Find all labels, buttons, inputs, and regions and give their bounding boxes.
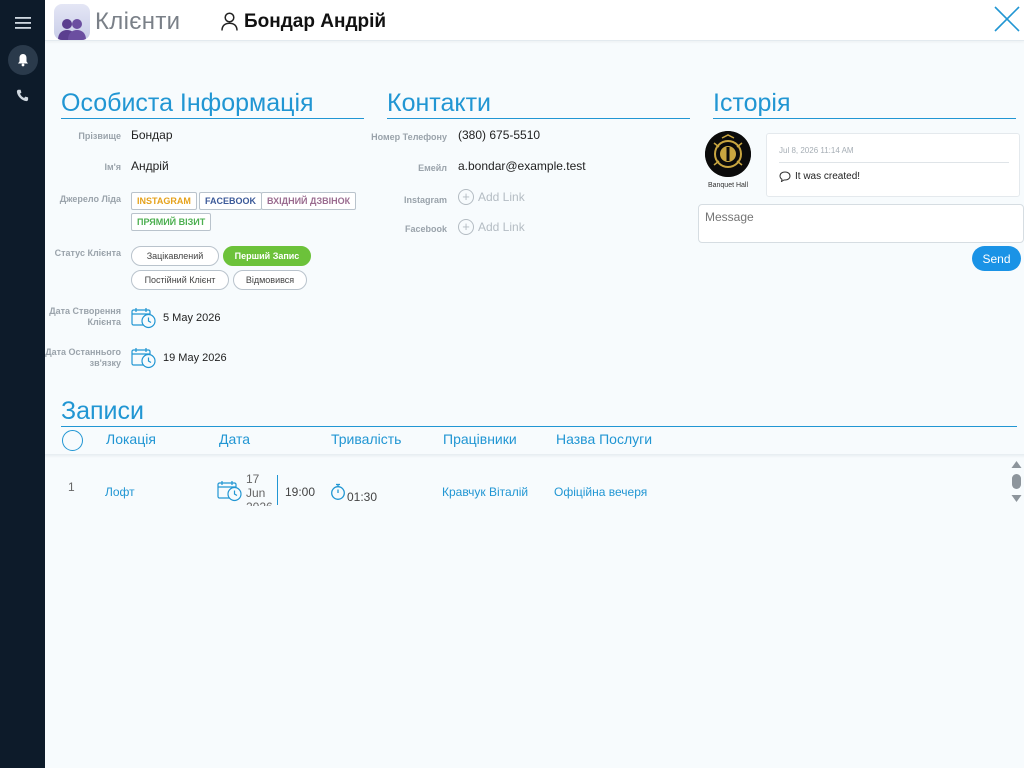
phone-button[interactable]	[0, 78, 45, 112]
scroll-up-arrow[interactable]	[1011, 460, 1022, 469]
last-contact-value: 19 May 2026	[163, 352, 227, 364]
column-date[interactable]: Дата	[219, 431, 250, 447]
client-status-label: Статус Клієнта	[54, 248, 121, 258]
chat-icon	[779, 171, 791, 182]
menu-icon	[14, 17, 31, 29]
instagram-add-link[interactable]: + Add Link	[458, 189, 525, 205]
user-icon	[221, 12, 238, 31]
send-button[interactable]: Send	[972, 246, 1021, 271]
stopwatch-icon	[331, 483, 345, 500]
facebook-label: Facebook	[404, 224, 447, 234]
surname-label: Прізвище	[78, 131, 121, 141]
scrollbar-thumb[interactable]	[1012, 474, 1021, 489]
name-value: Андрій	[131, 159, 169, 173]
records-title: Записи	[61, 396, 1017, 427]
row-location[interactable]: Лофт	[105, 485, 135, 499]
source-tag-incoming-call[interactable]: ВХІДНИЙ ДЗВІНОК	[261, 192, 357, 210]
status-interested[interactable]: Зацікавлений	[131, 246, 219, 266]
clients-app-icon	[54, 4, 90, 40]
source-tag-facebook[interactable]: FACEBOOK	[199, 192, 263, 210]
divider	[779, 162, 1009, 163]
history-entry-text: It was created!	[779, 171, 860, 182]
last-contact-label: Дата Останнього зв'язку	[45, 347, 121, 368]
table-row[interactable]: 1 Лофт 17 Jun 2026 19:00 01:30 Кравчук В…	[45, 458, 1005, 506]
name-label: Ім'я	[104, 162, 121, 172]
created-date-value: 5 May 2026	[163, 312, 221, 324]
instagram-label: Instagram	[403, 195, 447, 205]
source-tag-instagram[interactable]: INSTAGRAM	[131, 192, 197, 210]
email-value: a.bondar@example.test	[458, 159, 586, 173]
row-staff[interactable]: Кравчук Віталій	[442, 485, 528, 499]
client-name: Бондар Андрій	[244, 11, 387, 32]
phone-label: Номер Телефону	[371, 132, 447, 142]
surname-value: Бондар	[131, 128, 173, 142]
venue-logo	[705, 131, 751, 177]
close-icon[interactable]	[992, 4, 1022, 34]
calendar-clock-icon	[217, 481, 242, 502]
header: Клієнти Бондар Андрій	[45, 0, 1024, 41]
people-icon	[58, 19, 86, 40]
scroll-down-arrow[interactable]	[1011, 494, 1022, 503]
calendar-clock-icon[interactable]	[131, 347, 157, 369]
status-first-booking[interactable]: Перший Запис	[223, 246, 311, 266]
row-number: 1	[68, 480, 75, 494]
row-time: 19:00	[285, 485, 316, 499]
lead-source-label: Джерело Ліда	[59, 194, 121, 204]
plus-circle-icon: +	[458, 189, 474, 205]
plus-circle-icon: +	[458, 219, 474, 235]
bell-icon	[17, 54, 28, 67]
history-entry-time: Jul 8, 2026 11:14 AM	[779, 146, 854, 155]
source-tag-direct-visit[interactable]: ПРЯМИЙ ВІЗИТ	[131, 213, 212, 231]
status-regular-client[interactable]: Постійний Клієнт	[131, 270, 229, 290]
created-date-label: Дата Створення Клієнта	[49, 306, 121, 327]
app-title: Клієнти	[95, 8, 181, 35]
menu-button[interactable]	[0, 6, 45, 40]
contacts-title: Контакти	[387, 88, 690, 119]
status-declined[interactable]: Відмовився	[233, 270, 307, 290]
row-date: 17 Jun 2026	[246, 472, 273, 506]
personal-info-title: Особиста Інформація	[61, 88, 364, 119]
left-rail	[0, 0, 45, 768]
column-staff[interactable]: Працівники	[443, 431, 517, 447]
facebook-add-link[interactable]: + Add Link	[458, 219, 525, 235]
column-location[interactable]: Локація	[106, 431, 156, 447]
email-label: Емейл	[418, 163, 447, 173]
notifications-button[interactable]	[0, 43, 45, 77]
calendar-clock-icon[interactable]	[131, 307, 157, 329]
history-title: Історія	[713, 88, 1016, 119]
column-duration[interactable]: Тривалість	[331, 431, 401, 447]
select-all-checkbox[interactable]	[62, 430, 83, 451]
venue-avatar	[705, 131, 751, 177]
row-service[interactable]: Офіційна вечеря	[554, 485, 647, 499]
row-duration: 01:30	[347, 490, 378, 504]
venue-caption: Banquet Hall	[707, 182, 749, 189]
column-service[interactable]: Назва Послуги	[556, 431, 652, 447]
history-entry: Jul 8, 2026 11:14 AM It was created!	[766, 133, 1020, 197]
message-input[interactable]	[698, 204, 1024, 243]
records-table-body: 1 Лофт 17 Jun 2026 19:00 01:30 Кравчук В…	[45, 458, 1005, 506]
phone-icon	[16, 89, 29, 101]
phone-value: (380) 675-5510	[458, 128, 541, 142]
date-time-divider	[277, 475, 278, 505]
